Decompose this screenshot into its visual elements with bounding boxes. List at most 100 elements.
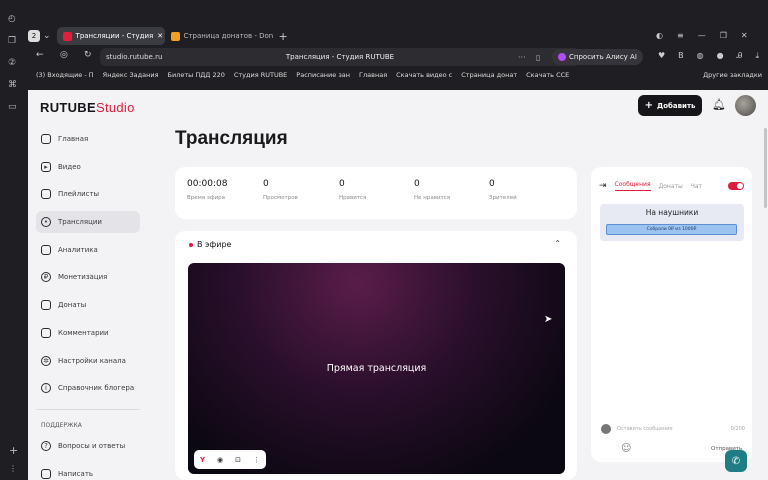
write-icon — [41, 468, 51, 479]
tab-count-badge[interactable]: 2 — [28, 30, 40, 42]
tabs-icon[interactable]: ❐ — [8, 36, 17, 46]
more-icon[interactable]: ··· — [518, 53, 526, 62]
translate-extension-icon[interactable]: Ꭿ — [737, 51, 743, 61]
bookmark-item[interactable]: Яндекс Задания — [103, 71, 159, 79]
stat-likes: 0 Нравится — [339, 179, 366, 201]
money-icon: ₽ — [41, 272, 51, 283]
bookmark-item[interactable]: Страница донат — [461, 71, 517, 79]
stat-viewers: 0 Зрителей — [489, 179, 517, 201]
yandex-shield-icon[interactable]: ◎ — [60, 50, 68, 60]
stat-label: Время эфира — [187, 195, 226, 201]
pinned-goal-title: На наушники — [645, 208, 699, 217]
emoji-icon[interactable]: ☺ — [621, 443, 631, 454]
panel-settings-icon[interactable]: ⋮ — [9, 464, 17, 473]
chat-input[interactable]: Оставить сообщение 0/200 — [601, 422, 745, 436]
live-status: В эфире — [189, 240, 231, 249]
sidebar-item-video[interactable]: ▸ Видео — [36, 156, 140, 178]
window-controls: ◐ ≡ — ❐ ✕ — [656, 31, 748, 40]
pinned-goal-progress: Собрали 0₽ из 1000₽ — [606, 224, 737, 235]
screenshot-icon[interactable]: ⊡ — [235, 456, 241, 464]
heart-extension-icon[interactable]: ♥ — [658, 51, 665, 61]
browser-side-panel: ◴ ❐ ② ⌘ ▭ + ⋮ — [0, 14, 28, 480]
close-window-icon[interactable]: ✕ — [741, 31, 748, 40]
sidebar-item-comments[interactable]: Комментарии — [36, 322, 140, 344]
sidebar-item-home[interactable]: Главная — [36, 128, 140, 150]
comments-icon — [41, 327, 51, 338]
mouse-cursor-icon: ➤ — [544, 314, 553, 325]
sidebar-item-playlists[interactable]: Плейлисты — [36, 183, 140, 205]
profile-avatar-icon[interactable]: ◐ — [656, 31, 663, 40]
address-bar-row: ← ◎ ↻ studio.rutube.ru Трансляция - Студ… — [28, 47, 768, 67]
sidebar-item-analytics[interactable]: Аналитика — [36, 239, 140, 261]
reload-icon[interactable]: ↻ — [84, 50, 92, 60]
bookmark-item[interactable]: Главная — [359, 71, 387, 79]
sidebar-item-label: Настройки канала — [58, 356, 126, 365]
sidebar-item-label: Справочник блогера — [58, 384, 135, 393]
chevron-down-icon[interactable]: ⌄ — [43, 31, 51, 41]
add-panel-icon[interactable]: + — [9, 444, 18, 457]
home-icon — [41, 134, 51, 144]
info-icon: i — [41, 383, 51, 394]
sidebar-item-blogger-guide[interactable]: i Справочник блогера — [36, 377, 140, 399]
sidebar-item-faq[interactable]: ? Вопросы и ответы — [36, 435, 140, 457]
extension-b-icon[interactable]: B — [678, 51, 684, 61]
chat-input-placeholder: Оставить сообщение — [617, 426, 673, 432]
page-scrollbar[interactable] — [763, 90, 768, 480]
broadcast-icon: • — [41, 217, 51, 228]
bookmarks-other[interactable]: Другие закладки — [703, 71, 762, 79]
add-button[interactable]: + Добавить — [638, 95, 702, 116]
rutube-studio-logo[interactable]: RUTUBEStudio — [40, 100, 135, 115]
close-tab-icon[interactable]: ✕ — [157, 32, 163, 40]
sidebar-item-broadcasts[interactable]: • Трансляции — [36, 211, 140, 234]
screen-icon[interactable]: ▭ — [8, 102, 17, 112]
bookmark-item[interactable]: Скачать видео с — [396, 71, 452, 79]
sidebar-item-channel-settings[interactable]: ✲ Настройки канала — [36, 350, 140, 372]
donationalerts-favicon-icon — [170, 31, 180, 41]
eye-icon[interactable]: ◉ — [217, 456, 223, 464]
minimize-icon[interactable]: — — [698, 31, 706, 40]
user-avatar[interactable] — [735, 95, 756, 116]
browser-tab-1[interactable]: Трансляции - Студия ✕ — [56, 27, 165, 45]
chat-toggle[interactable] — [728, 182, 744, 190]
live-dot-icon — [189, 242, 193, 247]
bookmark-item[interactable]: Скачать ССЕ — [526, 71, 569, 79]
yandex-icon[interactable]: Y — [200, 456, 205, 464]
menu-icon[interactable]: ≡ — [677, 31, 684, 40]
history-icon[interactable]: ◴ — [8, 14, 16, 24]
side-panel-icons: ◴ ❐ ② ⌘ ▭ — [8, 14, 17, 112]
workspace-icon[interactable]: ② — [8, 58, 17, 68]
chevron-up-icon[interactable]: ⌃ — [554, 239, 561, 248]
stat-views: 0 Просмотров — [263, 179, 298, 201]
bookmark-icon[interactable]: ▯ — [536, 53, 540, 62]
sidebar-item-label: Видео — [58, 162, 81, 171]
scrollbar-thumb[interactable] — [764, 128, 767, 208]
video-player[interactable]: Прямая трансляция Y ◉ ⊡ ⋮ — [188, 263, 565, 474]
download-icon[interactable]: ⤓ — [755, 51, 759, 61]
sidebar-item-donations[interactable]: Донаты — [36, 294, 140, 316]
bookmark-item[interactable]: Билеты ПДД 220 — [168, 71, 225, 79]
collections-icon[interactable]: ⌘ — [8, 80, 17, 90]
chat-panel: ⇥ Сообщения Донаты Чат На наушники Собра… — [591, 167, 752, 462]
stat-label: Просмотров — [263, 195, 298, 201]
bell-icon[interactable]: 🔔︎ — [712, 98, 726, 111]
browser-tab-2[interactable]: Страница донатов - Don ✕ — [165, 27, 273, 45]
tab-chat[interactable]: Чат — [691, 183, 702, 190]
alice-button[interactable]: Спросить Алису AI — [552, 49, 643, 65]
extension-gray-icon[interactable]: ● — [717, 51, 724, 61]
tab-messages[interactable]: Сообщения — [614, 181, 651, 191]
vpn-extension-icon[interactable]: ◍ — [697, 51, 704, 61]
support-chat-icon[interactable]: ✆ — [725, 450, 747, 472]
sidebar-item-monetization[interactable]: ₽ Монетизация — [36, 266, 140, 288]
url-field[interactable]: studio.rutube.ru Трансляция - Студия RUT… — [100, 48, 580, 66]
sidebar-nav: Главная ▸ Видео Плейлисты • Трансляции Ана… — [36, 128, 140, 480]
bookmark-item[interactable]: (3) Входящие - П — [36, 71, 94, 79]
back-icon[interactable]: ← — [36, 50, 44, 60]
more-vertical-icon[interactable]: ⋮ — [253, 456, 260, 464]
sidebar-item-write[interactable]: Написать — [36, 463, 140, 480]
restore-icon[interactable]: ❐ — [720, 31, 727, 40]
bookmark-item[interactable]: Студия RUTUBE — [234, 71, 287, 79]
bookmark-item[interactable]: Расписание зан — [296, 71, 350, 79]
new-tab-icon[interactable]: + — [279, 30, 288, 43]
tab-donations[interactable]: Донаты — [659, 183, 683, 190]
collapse-chat-icon[interactable]: ⇥ — [599, 181, 607, 191]
